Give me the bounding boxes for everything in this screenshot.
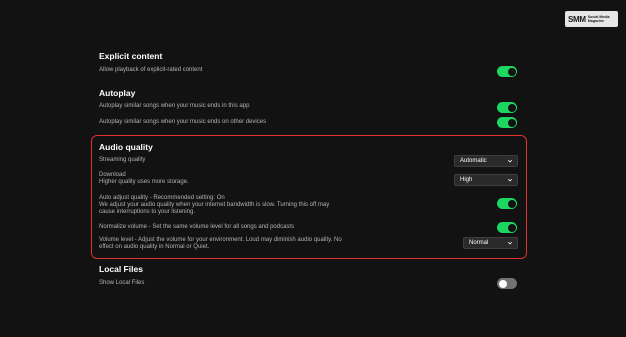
normalize-volume-toggle[interactable]	[497, 222, 517, 233]
autoplay-this-app-toggle[interactable]	[497, 102, 517, 113]
explicit-allow-label: Allow playback of explicit-rated content	[99, 67, 203, 73]
autoplay-other-devices-toggle[interactable]	[497, 117, 517, 128]
toggle-knob	[507, 199, 516, 208]
show-local-files-label: Show Local Files	[99, 280, 145, 286]
show-local-files-toggle[interactable]	[497, 278, 517, 289]
toggle-knob	[507, 118, 516, 127]
local-files-section-title: Local Files	[99, 264, 143, 274]
volume-level-select[interactable]: Normal	[463, 237, 518, 249]
streaming-quality-select[interactable]: Automatic	[454, 155, 518, 167]
autoplay-this-app-label: Autoplay similar songs when your music e…	[99, 103, 250, 109]
download-quality-select[interactable]: High	[454, 174, 518, 186]
toggle-knob	[498, 279, 507, 288]
chevron-down-icon	[507, 159, 513, 163]
autoplay-section-title: Autoplay	[99, 88, 136, 98]
normalize-volume-label: Normalize volume - Set the same volume l…	[99, 224, 295, 230]
streaming-quality-label: Streaming quality	[99, 157, 146, 163]
audio-quality-section-title: Audio quality	[99, 142, 153, 152]
volume-level-line2: effect on audio quality in Normal or Qui…	[99, 244, 210, 250]
watermark-line2: Magazine	[587, 19, 604, 23]
toggle-knob	[507, 223, 516, 232]
watermark-logo: SMM Social Media Magazine	[565, 11, 618, 27]
explicit-section-title: Explicit content	[99, 51, 163, 61]
autoplay-other-devices-label: Autoplay similar songs when your music e…	[99, 119, 267, 125]
chevron-down-icon	[507, 241, 513, 245]
toggle-knob	[507, 103, 516, 112]
toggle-knob	[507, 67, 516, 76]
explicit-content-toggle[interactable]	[497, 66, 517, 77]
chevron-down-icon	[507, 178, 513, 182]
download-quality-value: High	[460, 177, 473, 183]
watermark-small-text: Social Media Magazine	[588, 15, 610, 23]
download-sublabel: Higher quality uses more storage.	[99, 179, 189, 185]
watermark-big-text: SMM	[568, 14, 586, 24]
streaming-quality-value: Automatic	[460, 158, 487, 164]
volume-level-value: Normal	[469, 240, 489, 246]
auto-adjust-quality-toggle[interactable]	[497, 198, 517, 209]
auto-adjust-desc-line2: cause interruptions to your listening.	[99, 209, 196, 215]
